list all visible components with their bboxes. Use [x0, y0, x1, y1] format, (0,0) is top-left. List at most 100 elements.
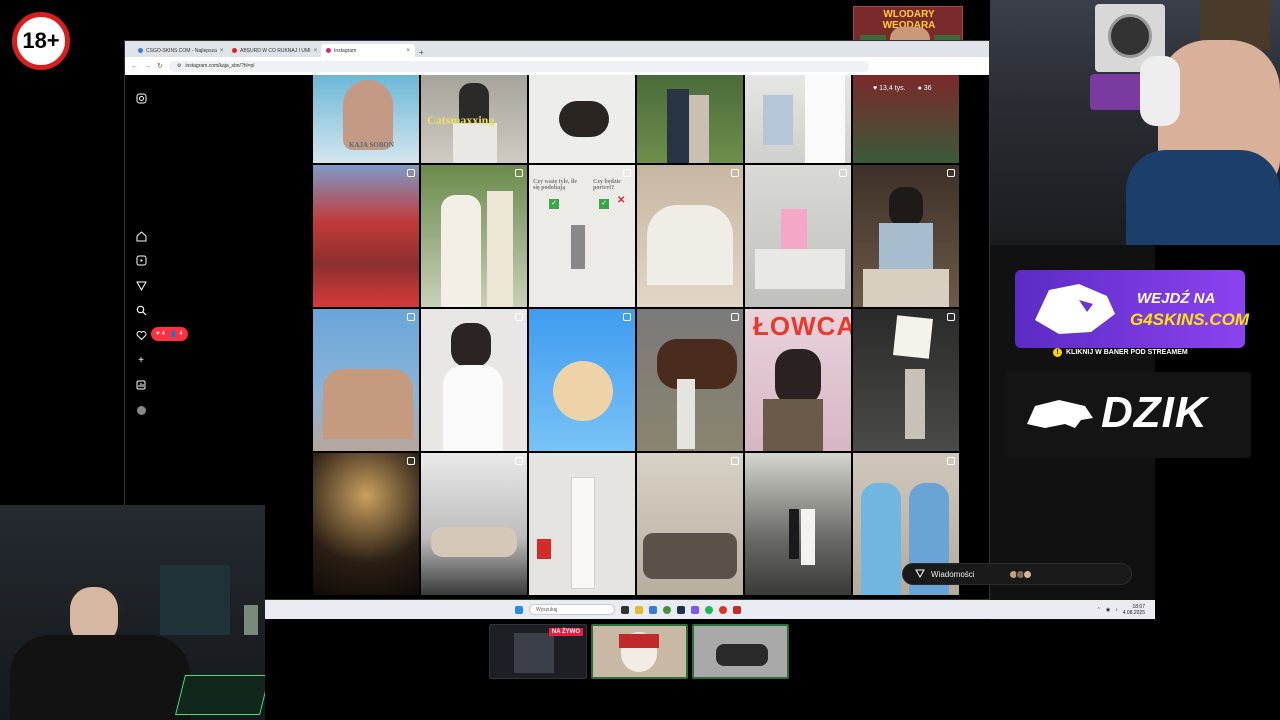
- post-living-room[interactable]: [637, 453, 743, 595]
- post-beach-group[interactable]: [313, 309, 419, 451]
- app-icon[interactable]: [649, 605, 657, 614]
- post-paper-note[interactable]: [853, 309, 959, 451]
- reel-icon: [947, 169, 955, 177]
- post-horse[interactable]: [637, 309, 743, 451]
- spotify-icon[interactable]: [705, 605, 713, 614]
- dzik-banner[interactable]: DZIK: [1005, 372, 1251, 458]
- reels-icon[interactable]: [135, 255, 147, 267]
- notification-pill[interactable]: ♥ 4 👤 4: [151, 327, 188, 341]
- steam-icon[interactable]: [677, 605, 685, 614]
- search-icon[interactable]: [135, 305, 147, 317]
- live-badge: NA ŻYWO: [548, 628, 583, 636]
- post-stairs[interactable]: [745, 453, 851, 595]
- heart-icon[interactable]: [135, 330, 147, 342]
- close-icon[interactable]: ×: [220, 48, 224, 54]
- reel-icon: [731, 169, 739, 177]
- new-tab-button[interactable]: +: [415, 48, 428, 57]
- send-icon: [915, 568, 925, 580]
- g4-subtext: ! KLIKNIJ W BANER POD STREAMEM: [1053, 348, 1188, 357]
- windows-taskbar: Wyszukaj ⌃ ◉ ♪ 18:07 4.08.2025: [265, 600, 1155, 619]
- book-author-caption: KAJA SOBON: [349, 141, 394, 149]
- check-icon: ✓: [599, 199, 609, 209]
- chevron-up-icon[interactable]: ⌃: [1097, 607, 1101, 613]
- file-explorer-icon[interactable]: [635, 605, 643, 614]
- reel-icon: [407, 313, 415, 321]
- post-girls-group[interactable]: [637, 165, 743, 307]
- post-white-dress[interactable]: [745, 75, 851, 163]
- post-sofa[interactable]: [745, 165, 851, 307]
- post-lowca[interactable]: ŁOWCA: [745, 309, 851, 451]
- reel-icon: [731, 457, 739, 465]
- close-icon[interactable]: ×: [314, 48, 318, 54]
- post-stats-overlay[interactable]: ♥ 13,4 tys. ● 36: [853, 75, 959, 163]
- post-group-red[interactable]: [313, 165, 419, 307]
- tab-youtube[interactable]: ABSURD W CO RUKNAJ I UMI ×: [227, 44, 321, 57]
- discord-icon[interactable]: [691, 605, 699, 614]
- post-catsmaxxing[interactable]: Catsmaxxing: [421, 75, 527, 163]
- taskbar-search-input[interactable]: Wyszukaj: [529, 604, 615, 615]
- person-icon: 👤: [169, 331, 178, 338]
- post-sky[interactable]: [529, 309, 635, 451]
- volume-icon[interactable]: ♪: [1115, 607, 1118, 613]
- boar-logo-icon: [1025, 394, 1095, 434]
- stream-thumbnail[interactable]: [692, 624, 789, 679]
- reel-icon: [515, 169, 523, 177]
- info-icon: !: [1053, 348, 1062, 357]
- tab-csgo-skins[interactable]: CSGO-SKINS.COM - Najlepsza ×: [133, 44, 227, 57]
- explore-icon[interactable]: [135, 280, 147, 292]
- g4-line2: G4SKINS.COM: [1130, 310, 1250, 329]
- post-lounge[interactable]: [421, 453, 527, 595]
- windows-start-icon[interactable]: [515, 605, 523, 614]
- g4skins-banner[interactable]: WEJDŹ NA G4SKINS.COM ! KLIKNIJ W BANER P…: [1005, 262, 1255, 366]
- system-tray: ⌃ ◉ ♪ 18:07 4.08.2025: [1097, 604, 1155, 616]
- reload-icon[interactable]: ↻: [157, 62, 163, 70]
- app-icon[interactable]: [733, 605, 741, 614]
- post-cafe[interactable]: [853, 165, 959, 307]
- profile-icon[interactable]: [135, 405, 147, 417]
- url-field[interactable]: ⚙ instagram.com/kaja_sbn/?hl=pl: [168, 60, 869, 72]
- clock-date: 4.08.2025: [1122, 609, 1145, 616]
- dzik-logo-text: DZIK: [1101, 388, 1208, 437]
- reel-icon: [407, 457, 415, 465]
- post-white-outfit[interactable]: [529, 453, 635, 595]
- post-corset[interactable]: [421, 309, 527, 451]
- cross-icon: ✕: [617, 195, 626, 206]
- youtube-icon: [232, 48, 237, 53]
- tab-label: CSGO-SKINS.COM - Najlepsza: [146, 47, 217, 54]
- likes-stat: ♥ 13,4 tys.: [873, 85, 906, 92]
- forward-icon[interactable]: →: [144, 63, 151, 70]
- stream-thumbnail[interactable]: [591, 624, 688, 679]
- obs-icon[interactable]: [719, 605, 727, 614]
- age-restriction-badge: 18+: [12, 12, 70, 70]
- site-info-icon[interactable]: ⚙: [177, 63, 181, 69]
- post-couple-field[interactable]: [637, 75, 743, 163]
- reel-icon: [947, 457, 955, 465]
- reel-icon: [623, 313, 631, 321]
- address-bar: ← → ↻ ⚙ instagram.com/kaja_sbn/?hl=pl: [125, 57, 989, 75]
- stream-thumbnail-live[interactable]: NA ŻYWO: [489, 624, 587, 679]
- instagram-logo-icon[interactable]: [135, 93, 147, 105]
- task-view-icon[interactable]: [621, 605, 629, 614]
- chrome-icon[interactable]: [663, 605, 671, 614]
- post-book-cover[interactable]: KAJA SOBON: [313, 75, 419, 163]
- create-icon[interactable]: +: [135, 355, 147, 367]
- post-wedding[interactable]: [421, 165, 527, 307]
- profile-posts-grid: KAJA SOBON Catsmaxxing ♥ 13,4 tys. ● 36: [313, 75, 959, 595]
- post-stretch[interactable]: [529, 75, 635, 163]
- network-icon[interactable]: ◉: [1106, 607, 1110, 613]
- favicon-icon: [138, 48, 143, 53]
- tab-label: ABSURD W CO RUKNAJ I UMI: [240, 47, 311, 54]
- dashboard-icon[interactable]: [135, 380, 147, 392]
- tab-bar: CSGO-SKINS.COM - Najlepsza × ABSURD W CO…: [125, 41, 989, 57]
- back-icon[interactable]: ←: [131, 63, 138, 70]
- post-night-party[interactable]: [313, 453, 419, 595]
- clock[interactable]: 18:07 4.08.2025: [1123, 604, 1145, 616]
- check-icon: ✓: [549, 199, 559, 209]
- messages-button[interactable]: Wiadomości: [902, 563, 1132, 585]
- catsmaxxing-caption: Catsmaxxing: [427, 113, 495, 127]
- home-icon[interactable]: [135, 231, 147, 243]
- close-icon[interactable]: ×: [406, 48, 410, 54]
- tab-instagram[interactable]: Instagram ×: [321, 44, 415, 57]
- comments-stat: ● 36: [917, 85, 932, 92]
- post-poll[interactable]: Czy ważę tyle, ile się podobają Czy będz…: [529, 165, 635, 307]
